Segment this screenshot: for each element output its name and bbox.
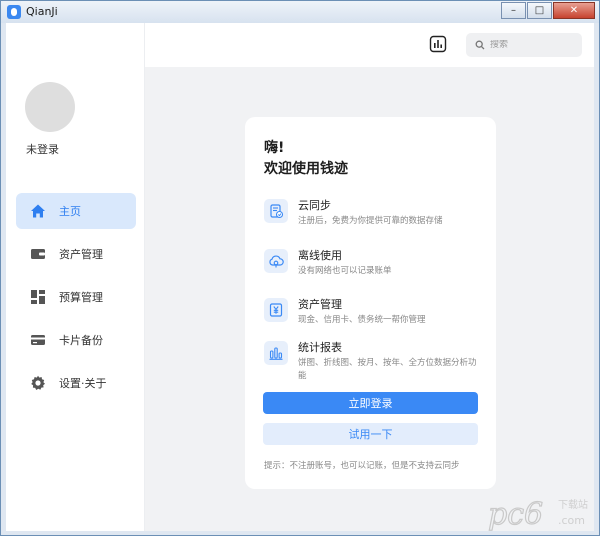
statistics-button[interactable]	[429, 35, 447, 53]
login-button[interactable]: 立即登录	[263, 392, 478, 414]
sidebar: 未登录 主页 资产管理 预算管理 卡片备份 设置·关于	[6, 23, 145, 531]
feature-title: 统计报表	[298, 341, 342, 354]
sidebar-item-label: 设置·关于	[59, 377, 107, 390]
chart-icon	[264, 341, 288, 365]
feature-desc: 没有网络也可以记录账单	[298, 266, 392, 276]
welcome-card: 嗨! 欢迎使用钱迹 云同步 注册后，免费为你提供可靠的数据存储 离线使用 没有网…	[245, 117, 496, 489]
avatar[interactable]	[25, 82, 75, 132]
greeting: 嗨!	[264, 140, 285, 156]
watermark-sub1: 下载站	[558, 498, 588, 511]
feature-asset-management: 资产管理 现金、信用卡、债务统一帮你管理	[264, 298, 479, 327]
offline-cloud-icon	[264, 249, 288, 273]
login-status[interactable]: 未登录	[26, 141, 59, 157]
feature-statistics: 统计报表 饼图、折线图、按月、按年、全方位数据分析功能	[264, 341, 479, 383]
sidebar-item-assets[interactable]: 资产管理	[16, 236, 136, 272]
cloud-sync-icon	[264, 199, 288, 223]
client-area: 未登录 主页 资产管理 预算管理 卡片备份 设置·关于 搜索 嗨! 欢迎使用钱迹…	[6, 23, 594, 531]
window-title: QianJi	[26, 5, 58, 18]
watermark-main: pc6	[488, 497, 543, 532]
bar-chart-icon	[429, 35, 447, 53]
sidebar-nav: 主页 资产管理 预算管理 卡片备份 设置·关于	[16, 193, 136, 408]
sidebar-item-label: 主页	[59, 205, 81, 218]
sidebar-item-label: 卡片备份	[59, 334, 103, 347]
feature-title: 云同步	[298, 199, 331, 212]
try-button[interactable]: 试用一下	[263, 423, 478, 445]
title-bar: QianJi – □ ✕	[1, 1, 599, 23]
top-header	[145, 23, 594, 67]
sidebar-item-card-backup[interactable]: 卡片备份	[16, 322, 136, 358]
minimize-button[interactable]: –	[501, 2, 526, 19]
close-button[interactable]: ✕	[553, 2, 595, 19]
sidebar-item-budget[interactable]: 预算管理	[16, 279, 136, 315]
wallet-icon	[29, 245, 47, 263]
search-icon	[475, 40, 485, 50]
welcome-title: 欢迎使用钱迹	[264, 161, 348, 177]
feature-desc: 现金、信用卡、债务统一帮你管理	[298, 315, 426, 325]
watermark-sub2: .com	[558, 514, 585, 527]
yuan-icon	[264, 298, 288, 322]
sidebar-item-label: 资产管理	[59, 248, 103, 261]
dashboard-icon	[29, 288, 47, 306]
hint-text: 提示：不注册账号，也可以记账，但是不支持云同步	[264, 461, 460, 471]
search-input[interactable]	[490, 40, 580, 50]
card-icon	[29, 331, 47, 349]
feature-desc: 注册后，免费为你提供可靠的数据存储	[298, 216, 443, 226]
sidebar-item-label: 预算管理	[59, 291, 103, 304]
app-window: QianJi – □ ✕ 未登录 主页 资产管理 预算管理 卡片备份 设置·关于…	[0, 0, 600, 536]
maximize-button[interactable]: □	[527, 2, 552, 19]
feature-cloud-sync: 云同步 注册后，免费为你提供可靠的数据存储	[264, 199, 479, 228]
home-icon	[29, 202, 47, 220]
sidebar-item-settings[interactable]: 设置·关于	[16, 365, 136, 401]
watermark-logo: pc6 下载站 .com	[487, 496, 588, 532]
feature-desc: 饼图、折线图、按月、按年、全方位数据分析功能	[298, 358, 477, 381]
app-logo-icon	[7, 5, 21, 19]
gear-icon	[29, 374, 47, 392]
feature-title: 资产管理	[298, 298, 342, 311]
sidebar-item-home[interactable]: 主页	[16, 193, 136, 229]
feature-offline: 离线使用 没有网络也可以记录账单	[264, 249, 479, 278]
feature-title: 离线使用	[298, 249, 342, 262]
search-box[interactable]	[466, 33, 582, 57]
window-controls: – □ ✕	[501, 2, 595, 19]
